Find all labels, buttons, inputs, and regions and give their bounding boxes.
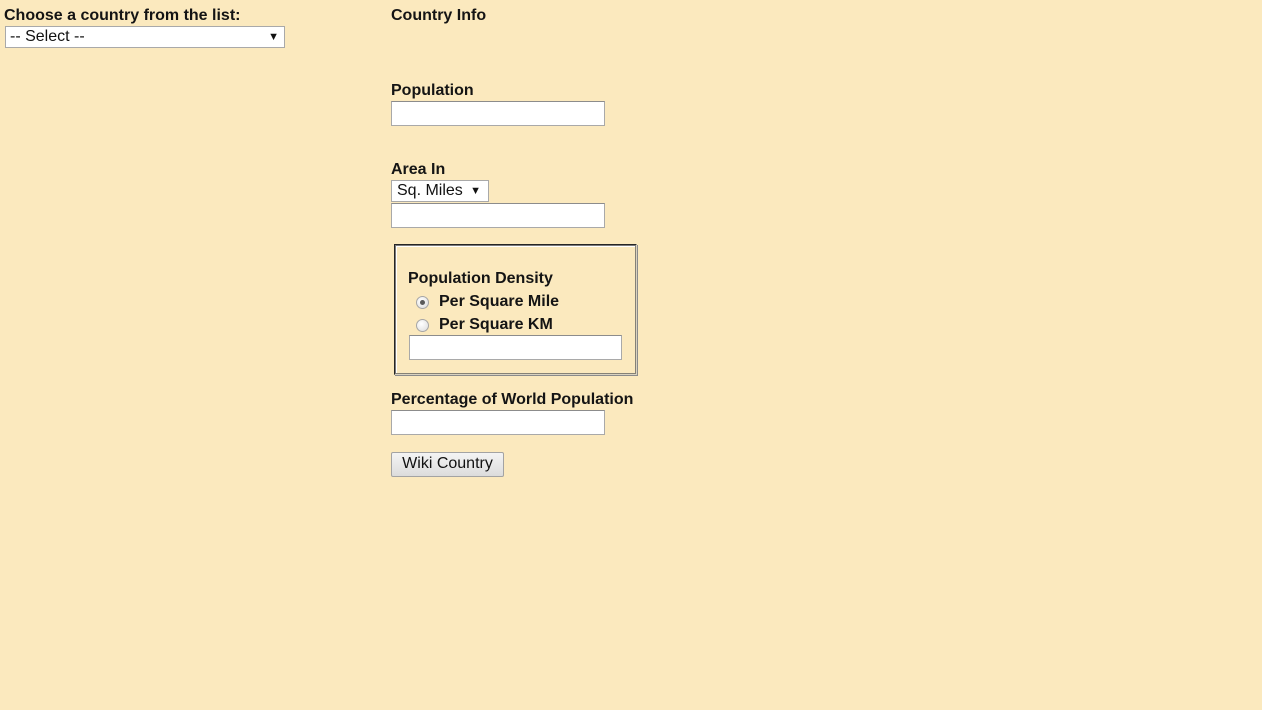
population-density-field[interactable] bbox=[409, 335, 622, 360]
area-field[interactable] bbox=[391, 203, 605, 228]
wiki-country-button[interactable]: Wiki Country bbox=[391, 452, 504, 477]
area-unit-value: Sq. Miles bbox=[397, 182, 463, 199]
per-square-km-label: Per Square KM bbox=[439, 316, 553, 333]
area-label: Area In bbox=[391, 161, 446, 178]
per-square-mile-radio[interactable] bbox=[416, 295, 429, 309]
country-picker-label: Choose a country from the list: bbox=[4, 7, 241, 24]
world-percentage-label: Percentage of World Population bbox=[391, 391, 634, 408]
radio-option-per-square-mile[interactable]: Per Square Mile bbox=[416, 293, 559, 311]
country-select[interactable]: -- Select -- ▼ bbox=[5, 26, 285, 48]
population-field[interactable] bbox=[391, 101, 605, 126]
dropdown-arrow-icon: ▼ bbox=[268, 31, 279, 43]
per-square-mile-label: Per Square Mile bbox=[439, 293, 560, 310]
radio-option-per-square-km[interactable]: Per Square KM bbox=[416, 316, 553, 334]
per-square-km-radio[interactable] bbox=[416, 318, 429, 332]
dropdown-arrow-icon: ▼ bbox=[470, 185, 481, 197]
population-label: Population bbox=[391, 82, 474, 99]
population-density-label: Population Density bbox=[408, 270, 553, 287]
area-unit-select[interactable]: Sq. Miles ▼ bbox=[391, 180, 489, 202]
country-info-heading: Country Info bbox=[391, 7, 487, 24]
country-select-value: -- Select -- bbox=[10, 28, 85, 45]
world-percentage-field[interactable] bbox=[391, 410, 605, 435]
